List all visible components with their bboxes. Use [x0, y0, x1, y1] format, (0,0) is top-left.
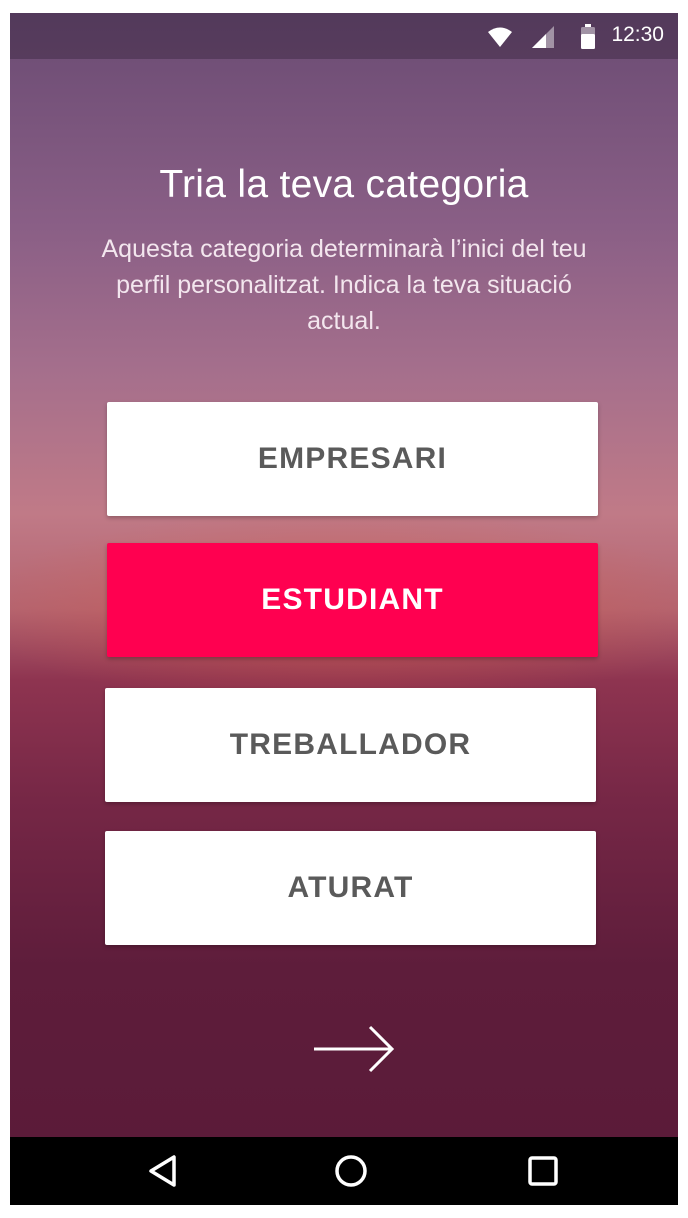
recent-apps-icon[interactable] [526, 1154, 560, 1188]
wifi-icon [488, 27, 512, 47]
signal-icon [532, 26, 554, 48]
arrow-right-icon[interactable] [310, 1025, 398, 1073]
back-icon[interactable] [146, 1154, 180, 1188]
navigation-bar [10, 1137, 678, 1205]
page-subtitle: Aquesta categoria determinarà l’inici de… [101, 235, 587, 335]
option-aturat-button[interactable]: ATURAT [105, 831, 596, 945]
option-treballador-button[interactable]: TREBALLADOR [105, 688, 596, 802]
option-estudiant-button[interactable]: ESTUDIANT [107, 543, 598, 657]
status-time: 12:30 [611, 23, 664, 46]
page-title: Tria la teva categoria [159, 163, 529, 206]
status-bar: 12:30 [10, 13, 678, 59]
phone-screen: 12:30 Tria la teva categoria Aquesta cat… [10, 13, 678, 1205]
battery-icon [581, 24, 595, 49]
home-icon[interactable] [333, 1153, 369, 1189]
option-empresari-button[interactable]: EMPRESARI [107, 402, 598, 516]
